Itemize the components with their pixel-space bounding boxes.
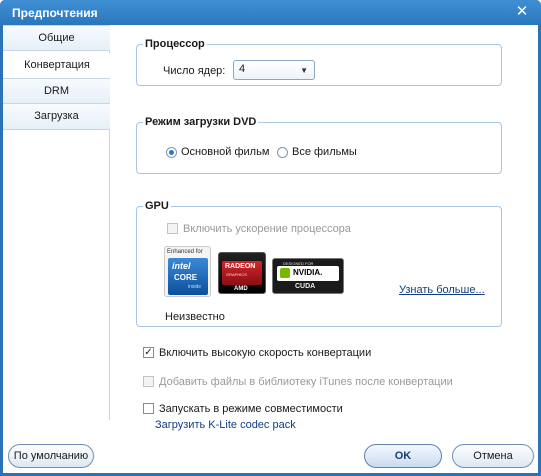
gpu-status-label: Неизвестно: [165, 311, 225, 323]
compat-mode-checkbox[interactable]: [143, 403, 154, 414]
sidebar-item-download[interactable]: Загрузка: [3, 104, 110, 130]
all-movies-label: Все фильмы: [292, 146, 357, 158]
dvd-mode-group: Режим загрузки DVD Основной фильм Все фи…: [136, 116, 502, 174]
high-speed-label: Включить высокую скорость конвертации: [159, 347, 372, 359]
intel-core-logo: Enhanced for intel CORE inside: [164, 246, 211, 297]
amd-radeon-logo: RADEON GRAPHICS AMD: [218, 252, 266, 294]
nvidia-eye-icon: [280, 268, 290, 278]
cores-value: 4: [239, 63, 246, 75]
sidebar: Общие Конвертация DRM Загрузка: [3, 25, 111, 420]
sidebar-item-general[interactable]: Общие: [3, 25, 110, 51]
gpu-accel-checkbox[interactable]: [167, 223, 178, 234]
window-title: Предпочтения: [12, 6, 98, 20]
itunes-checkbox[interactable]: [143, 376, 154, 387]
dialog-client-area: Общие Конвертация DRM Загрузка Процессор…: [3, 25, 538, 473]
button-bar: По умолчанию OK Отмена: [3, 437, 538, 473]
compat-mode-label: Запускать в режиме совместимости: [159, 403, 343, 415]
gpu-group: GPU Включить ускорение процессора Enhanc…: [136, 200, 502, 327]
cores-label: Число ядер:: [163, 65, 226, 77]
intel-logo-core: CORE: [174, 273, 198, 282]
ok-button[interactable]: OK: [364, 444, 442, 468]
default-button[interactable]: По умолчанию: [8, 444, 94, 468]
nvidia-logo-cuda: CUDA: [295, 283, 316, 290]
cancel-button[interactable]: Отмена: [452, 444, 534, 468]
processor-group: Процессор Число ядер: 4 ▼: [136, 38, 502, 86]
conversion-settings-panel: Процессор Число ядер: 4 ▼ Режим загрузки…: [110, 25, 538, 473]
nvidia-logo-wordmark: NVIDIA.: [293, 268, 323, 277]
preferences-dialog: Предпочтения ✕ Общие Конвертация DRM Заг…: [0, 0, 541, 476]
amd-logo-badge: RADEON GRAPHICS: [222, 261, 262, 285]
intel-logo-caption: Enhanced for: [167, 249, 203, 255]
all-movies-radio[interactable]: [277, 147, 288, 158]
close-icon[interactable]: ✕: [513, 3, 531, 21]
main-movie-radio[interactable]: [166, 147, 177, 158]
chevron-down-icon: ▼: [300, 66, 308, 75]
amd-logo-radeon: RADEON: [225, 263, 256, 270]
amd-logo-brand: AMD: [234, 286, 248, 292]
dvd-group-title: Режим загрузки DVD: [143, 116, 259, 128]
gpu-group-title: GPU: [143, 200, 171, 212]
gpu-accel-label: Включить ускорение процессора: [183, 223, 351, 235]
title-bar: Предпочтения ✕: [0, 0, 541, 25]
codec-pack-link[interactable]: Загрузить K-Lite codec pack: [155, 419, 296, 431]
main-movie-label: Основной фильм: [181, 146, 270, 158]
cores-select[interactable]: 4 ▼: [233, 60, 315, 80]
intel-logo-wordmark: intel: [172, 261, 191, 271]
nvidia-cuda-logo: DESIGNED FOR NVIDIA. CUDA: [272, 258, 344, 294]
sidebar-item-drm[interactable]: DRM: [3, 78, 110, 104]
sidebar-item-conversion[interactable]: Конвертация: [3, 53, 111, 79]
nvidia-logo-badge: NVIDIA.: [277, 266, 339, 281]
intel-logo-badge: intel CORE inside: [168, 258, 208, 295]
amd-logo-graphics: GRAPHICS: [226, 272, 247, 277]
high-speed-checkbox[interactable]: ✓: [143, 347, 154, 358]
processor-group-title: Процессор: [143, 38, 207, 50]
learn-more-link[interactable]: Узнать больше...: [399, 284, 485, 296]
intel-logo-inside: inside: [188, 284, 202, 290]
itunes-label: Добавить файлы в библиотеку iTunes после…: [159, 376, 453, 388]
